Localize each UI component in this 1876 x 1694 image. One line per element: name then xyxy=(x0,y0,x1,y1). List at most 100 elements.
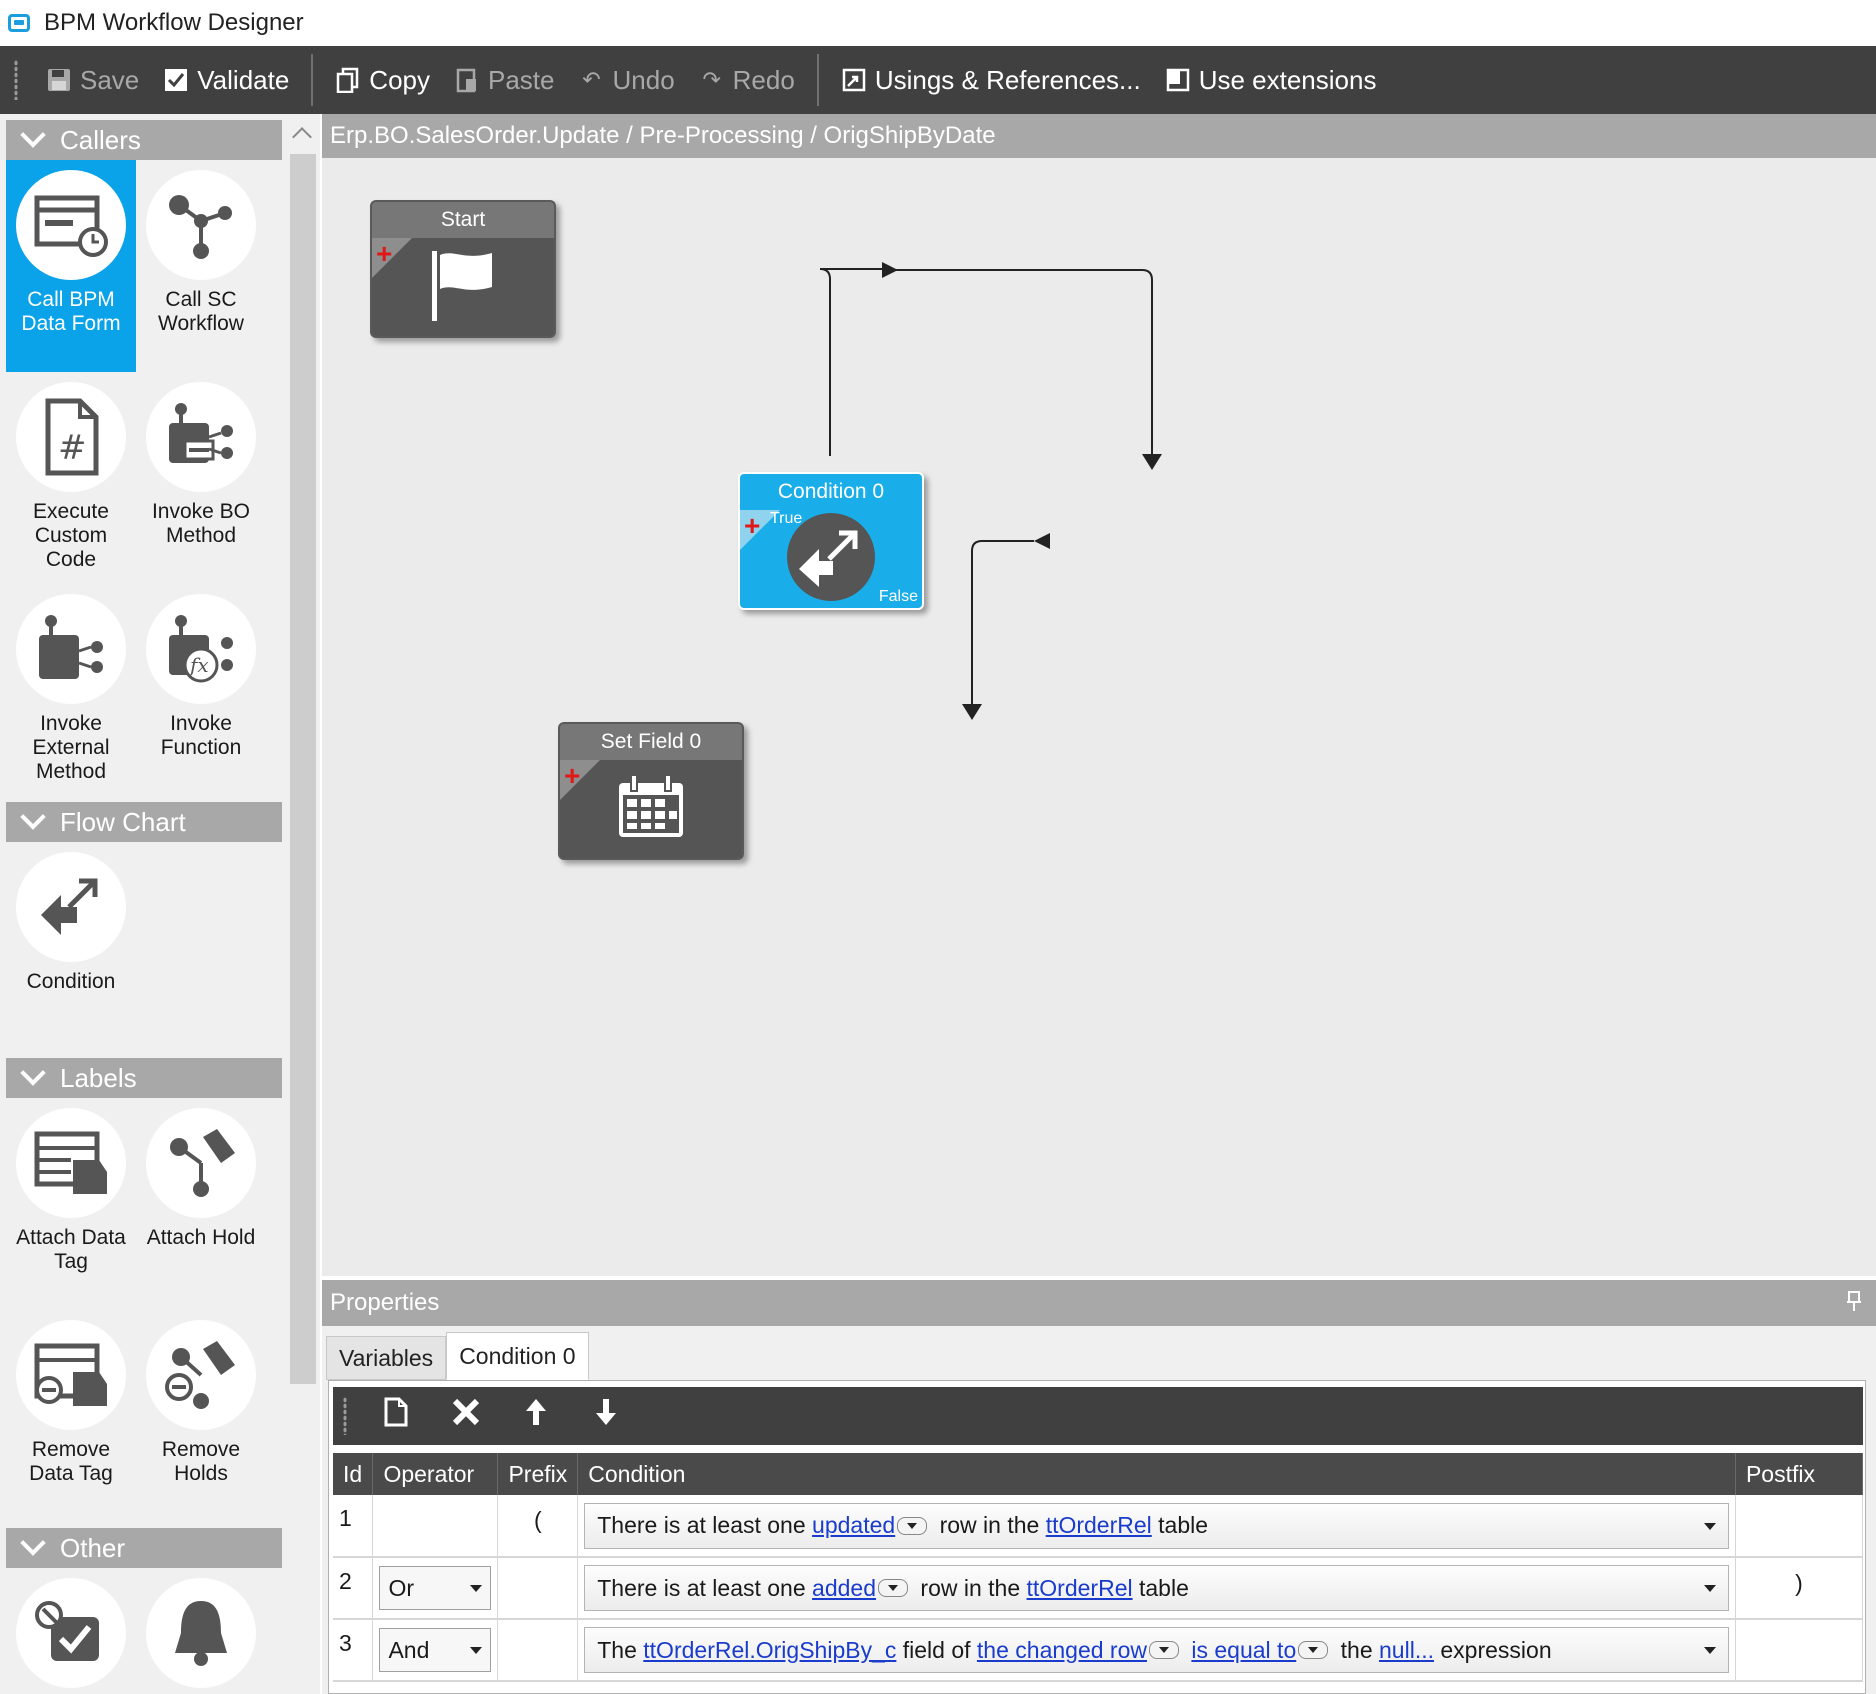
condition-cell[interactable]: The ttOrderRel.OrigShipBy_c field of the… xyxy=(577,1619,1736,1682)
prefix-cell[interactable]: ( xyxy=(497,1495,579,1558)
condition-expression[interactable]: There is at least one updated row in the… xyxy=(584,1502,1729,1549)
set-field-node[interactable]: Set Field 0 + xyxy=(558,722,744,860)
chevron-down-icon[interactable] xyxy=(1703,1585,1716,1592)
delete-row-button[interactable] xyxy=(431,1390,501,1442)
tool-call-bpm-data-form[interactable]: Call BPM Data Form xyxy=(6,160,136,372)
palette-content: Callers Call BPM Data Form Call SC Workf… xyxy=(0,114,286,1694)
save-icon xyxy=(46,67,72,93)
condition-link[interactable]: the changed row xyxy=(977,1637,1147,1664)
condition-link[interactable]: null... xyxy=(1379,1637,1434,1664)
tool-invoke-external-method[interactable]: Invoke External Method xyxy=(6,584,136,796)
postfix-cell[interactable] xyxy=(1735,1495,1864,1558)
table-row[interactable]: 2 Or There is at least one added row in … xyxy=(333,1557,1864,1620)
tool-other-1[interactable] xyxy=(6,1568,136,1694)
move-down-button[interactable] xyxy=(571,1390,641,1442)
tab-condition-0[interactable]: Condition 0 xyxy=(446,1332,589,1380)
tool-invoke-function[interactable]: fx Invoke Function xyxy=(136,584,266,796)
arrow-down-icon xyxy=(594,1397,618,1436)
tool-remove-data-tag[interactable]: Remove Data Tag xyxy=(6,1310,136,1522)
condition-expression[interactable]: There is at least one added row in the t… xyxy=(584,1565,1729,1611)
palette-scrollbar[interactable] xyxy=(286,114,320,1694)
table-row[interactable]: 3 And The ttOrderRel.OrigShipBy_c field … xyxy=(333,1619,1864,1682)
scrollbar-thumb[interactable] xyxy=(290,154,316,1384)
chevron-down-icon xyxy=(20,804,46,830)
new-document-icon xyxy=(383,1396,409,1437)
add-icon[interactable]: + xyxy=(564,762,580,790)
redo-button[interactable]: ↷ Redo xyxy=(687,54,807,106)
hold-icon xyxy=(146,1108,256,1218)
pin-icon[interactable] xyxy=(1846,1290,1862,1312)
tool-attach-data-tag[interactable]: Attach Data Tag xyxy=(6,1098,136,1310)
table-row[interactable]: 1 ( There is at least one updated row in… xyxy=(333,1495,1864,1558)
column-header-id[interactable]: Id xyxy=(333,1453,374,1495)
callers-group-header[interactable]: Callers xyxy=(6,120,282,160)
false-output-label[interactable]: False xyxy=(879,588,918,606)
operator-cell[interactable]: And xyxy=(372,1619,499,1682)
condition-icon xyxy=(16,852,126,962)
dropdown-icon[interactable] xyxy=(878,1579,909,1597)
row-id: 1 xyxy=(333,1495,374,1558)
scroll-up-icon[interactable] xyxy=(292,127,312,147)
operator-select[interactable]: And xyxy=(379,1628,492,1672)
validate-button[interactable]: Validate xyxy=(151,54,301,106)
tool-other-2[interactable] xyxy=(136,1568,266,1694)
add-icon[interactable]: + xyxy=(744,512,760,540)
dropdown-icon[interactable] xyxy=(1298,1641,1329,1659)
condition-toolbar xyxy=(333,1387,1863,1445)
paste-button[interactable]: Paste xyxy=(442,54,567,106)
svg-text:fx: fx xyxy=(188,653,209,677)
add-icon[interactable]: + xyxy=(376,240,392,268)
operator-cell[interactable] xyxy=(372,1495,499,1558)
extensions-icon xyxy=(1165,67,1191,93)
postfix-cell[interactable]: ) xyxy=(1735,1557,1864,1620)
condition-link[interactable]: added xyxy=(812,1575,876,1602)
postfix-cell[interactable] xyxy=(1735,1619,1864,1682)
condition-link[interactable]: is equal to xyxy=(1191,1637,1296,1664)
other-group-header[interactable]: Other xyxy=(6,1528,282,1568)
condition-link[interactable]: ttOrderRel.OrigShipBy_c xyxy=(643,1637,896,1664)
move-up-button[interactable] xyxy=(501,1390,571,1442)
workflow-canvas[interactable]: Erp.BO.SalesOrder.Update / Pre-Processin… xyxy=(322,114,1876,1276)
tool-call-sc-workflow[interactable]: Call SC Workflow xyxy=(136,160,266,372)
operator-select[interactable]: Or xyxy=(379,1566,492,1610)
condition-expression[interactable]: The ttOrderRel.OrigShipBy_c field of the… xyxy=(584,1627,1729,1673)
tool-attach-hold[interactable]: Attach Hold xyxy=(136,1098,266,1310)
column-header-condition[interactable]: Condition xyxy=(577,1453,1736,1495)
column-header-postfix[interactable]: Postfix xyxy=(1735,1453,1864,1495)
chevron-down-icon[interactable] xyxy=(1703,1522,1716,1530)
toolbar-grip[interactable] xyxy=(14,60,18,100)
condition-link[interactable]: ttOrderRel xyxy=(1046,1512,1152,1539)
tool-execute-custom-code[interactable]: # Execute Custom Code xyxy=(6,372,136,584)
save-button[interactable]: Save xyxy=(34,54,151,106)
usings-references-button[interactable]: Usings & References... xyxy=(829,54,1153,106)
toolbar-separator xyxy=(816,54,819,106)
workflow-icon xyxy=(146,170,256,280)
flow-chart-group-header[interactable]: Flow Chart xyxy=(6,802,282,842)
condition-node[interactable]: Condition 0 + True False xyxy=(738,472,924,610)
tab-variables[interactable]: Variables xyxy=(326,1336,447,1380)
tool-condition[interactable]: Condition xyxy=(6,842,136,993)
condition-cell[interactable]: There is at least one updated row in the… xyxy=(577,1495,1736,1558)
copy-button[interactable]: Copy xyxy=(323,54,442,106)
dropdown-icon[interactable] xyxy=(1149,1641,1179,1659)
new-row-button[interactable] xyxy=(361,1390,431,1442)
chevron-down-icon[interactable] xyxy=(1703,1647,1716,1654)
column-header-prefix[interactable]: Prefix xyxy=(497,1453,579,1495)
start-node[interactable]: Start + xyxy=(370,200,556,338)
labels-group-header[interactable]: Labels xyxy=(6,1058,282,1098)
prefix-cell[interactable] xyxy=(497,1619,579,1682)
use-extensions-button[interactable]: Use extensions xyxy=(1153,54,1389,106)
condition-cell[interactable]: There is at least one added row in the t… xyxy=(577,1557,1736,1620)
operator-cell[interactable]: Or xyxy=(372,1557,499,1620)
column-header-operator[interactable]: Operator xyxy=(372,1453,499,1495)
condition-link[interactable]: updated xyxy=(812,1512,895,1539)
undo-button[interactable]: ↶ Undo xyxy=(567,54,687,106)
tool-invoke-bo-method[interactable]: Invoke BO Method xyxy=(136,372,266,584)
condition-link[interactable]: ttOrderRel xyxy=(1027,1575,1133,1602)
dropdown-icon[interactable] xyxy=(897,1516,928,1535)
true-output-label[interactable]: True xyxy=(770,510,802,528)
toolbar-grip[interactable] xyxy=(343,1397,347,1435)
remove-hold-icon xyxy=(146,1320,256,1430)
tool-remove-holds[interactable]: Remove Holds xyxy=(136,1310,266,1522)
prefix-cell[interactable] xyxy=(497,1557,579,1620)
